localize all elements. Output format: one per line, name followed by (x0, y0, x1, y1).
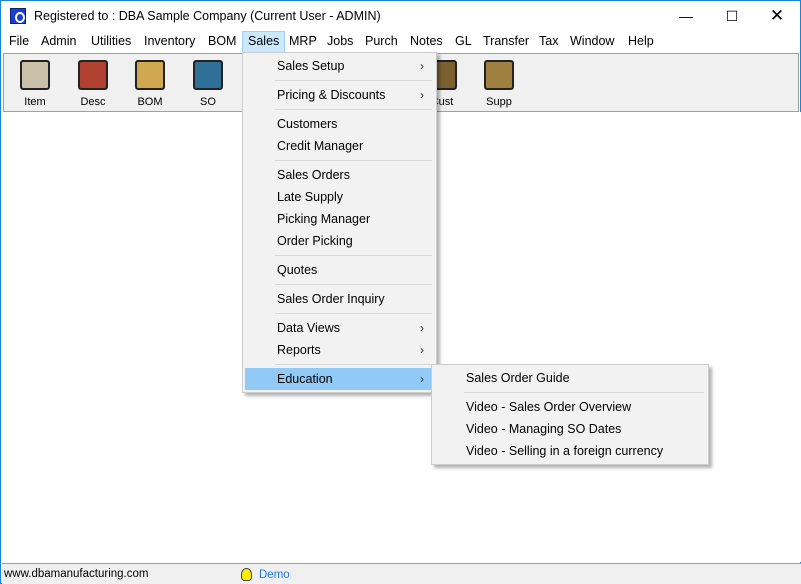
menu-item-pricing-discounts[interactable]: Pricing & Discounts › (245, 84, 434, 106)
menu-item-label: Education (277, 372, 333, 386)
menu-item-video-sales-order-overview[interactable]: Video - Sales Order Overview (434, 396, 706, 418)
menu-gl[interactable]: GL (449, 31, 478, 53)
chevron-right-icon: › (420, 372, 424, 386)
toolbar-label: Item (24, 96, 46, 108)
menu-separator (275, 109, 432, 110)
menu-item-label: Picking Manager (277, 212, 371, 226)
menu-item-label: Video - Managing SO Dates (466, 422, 622, 436)
bom-folder-icon (135, 60, 165, 90)
menu-mrp[interactable]: MRP (283, 31, 323, 53)
menu-item-reports[interactable]: Reports › (245, 339, 434, 361)
supp-folder-icon (484, 60, 514, 90)
toolbar-label: SO (200, 96, 216, 108)
menu-item-label: Customers (277, 117, 338, 131)
menu-item-label: Late Supply (277, 190, 344, 204)
menu-window[interactable]: Window (564, 31, 620, 53)
menu-item-label: Pricing & Discounts (277, 88, 386, 102)
menu-purch[interactable]: Purch (359, 31, 404, 53)
toolbar-desc-button[interactable]: Desc (64, 56, 122, 110)
lightbulb-icon (241, 568, 252, 581)
menu-utilities[interactable]: Utilities (85, 31, 137, 53)
menu-separator (275, 364, 432, 365)
menu-item-late-supply[interactable]: Late Supply (245, 186, 434, 208)
menu-item-video-managing-so-dates[interactable]: Video - Managing SO Dates (434, 418, 706, 440)
menu-item-label: Sales Orders (277, 168, 350, 182)
status-bar: www.dbamanufacturing.com Demo (2, 563, 801, 584)
minimize-button[interactable]: — (663, 1, 709, 31)
toolbar-so-button[interactable]: SO (179, 56, 237, 110)
app-icon[interactable] (10, 8, 26, 24)
demo-mode-label[interactable]: Demo (259, 569, 290, 581)
toolbar-label: Desc (80, 96, 106, 108)
menu-bar: File Admin Utilities Inventory BOM Sales MRP Jo… (1, 31, 800, 53)
toolbar-item-button[interactable]: Item (6, 56, 64, 110)
item-box-icon (20, 60, 50, 90)
menu-item-label: Reports (277, 343, 321, 357)
menu-separator (275, 313, 432, 314)
desc-person-icon (78, 60, 108, 90)
menu-file[interactable]: File (3, 31, 35, 53)
menu-item-label: Video - Sales Order Overview (466, 400, 632, 414)
sales-menu-dropdown: Sales Setup › Pricing & Discounts › Customer… (242, 52, 437, 393)
so-notebook-icon (193, 60, 223, 90)
menu-item-data-views[interactable]: Data Views › (245, 317, 434, 339)
menu-item-label: Order Picking (277, 234, 353, 248)
chevron-right-icon: › (420, 321, 424, 335)
menu-separator (275, 284, 432, 285)
menu-item-label: Video - Selling in a foreign currency (466, 444, 664, 458)
menu-item-video-selling-in-a-foreign-currency[interactable]: Video - Selling in a foreign currency (434, 440, 706, 462)
menu-separator (275, 255, 432, 256)
toolbar-supp-button[interactable]: Supp (470, 56, 528, 110)
chevron-right-icon: › (420, 88, 424, 102)
menu-item-sales-orders[interactable]: Sales Orders (245, 164, 434, 186)
website-link[interactable]: www.dbamanufacturing.com (4, 568, 148, 580)
window-title: Registered to : DBA Sample Company (Curr… (34, 9, 381, 23)
close-button[interactable]: ✕ (754, 1, 800, 31)
menu-help[interactable]: Help (622, 31, 660, 53)
title-bar: Registered to : DBA Sample Company (Curr… (1, 1, 800, 31)
menu-item-sales-order-guide[interactable]: Sales Order Guide (434, 367, 706, 389)
menu-item-label: Sales Setup (277, 59, 345, 73)
chevron-right-icon: › (420, 343, 424, 357)
toolbar-label: BOM (137, 96, 163, 108)
menu-separator (464, 392, 704, 393)
chevron-right-icon: › (420, 59, 424, 73)
menu-item-label: Sales Order Guide (466, 371, 570, 385)
toolbar-label: Supp (486, 96, 512, 108)
menu-item-label: Credit Manager (277, 139, 364, 153)
menu-item-label: Data Views (277, 321, 340, 335)
menu-admin[interactable]: Admin (35, 31, 82, 53)
menu-sales[interactable]: Sales (242, 31, 286, 53)
menu-jobs[interactable]: Jobs (321, 31, 359, 53)
menu-transfer[interactable]: Transfer (477, 31, 535, 53)
menu-item-label: Quotes (277, 263, 318, 277)
menu-tax[interactable]: Tax (533, 31, 564, 53)
menu-item-sales-order-inquiry[interactable]: Sales Order Inquiry (245, 288, 434, 310)
menu-item-sales-setup[interactable]: Sales Setup › (245, 55, 434, 77)
menu-item-label: Sales Order Inquiry (277, 292, 385, 306)
menu-item-picking-manager[interactable]: Picking Manager (245, 208, 434, 230)
menu-item-credit-manager[interactable]: Credit Manager (245, 135, 434, 157)
education-submenu: Sales Order Guide Video - Sales Order Ove… (431, 364, 709, 465)
menu-notes[interactable]: Notes (404, 31, 449, 53)
menu-separator (275, 80, 432, 81)
menu-item-quotes[interactable]: Quotes (245, 259, 434, 281)
menu-bom[interactable]: BOM (202, 31, 242, 53)
menu-separator (275, 160, 432, 161)
maximize-button[interactable]: ☐ (709, 1, 755, 31)
toolbar-bom-button[interactable]: BOM (121, 56, 179, 110)
menu-item-order-picking[interactable]: Order Picking (245, 230, 434, 252)
menu-inventory[interactable]: Inventory (138, 31, 201, 53)
menu-item-education[interactable]: Education › (245, 368, 434, 390)
menu-item-customers[interactable]: Customers (245, 113, 434, 135)
